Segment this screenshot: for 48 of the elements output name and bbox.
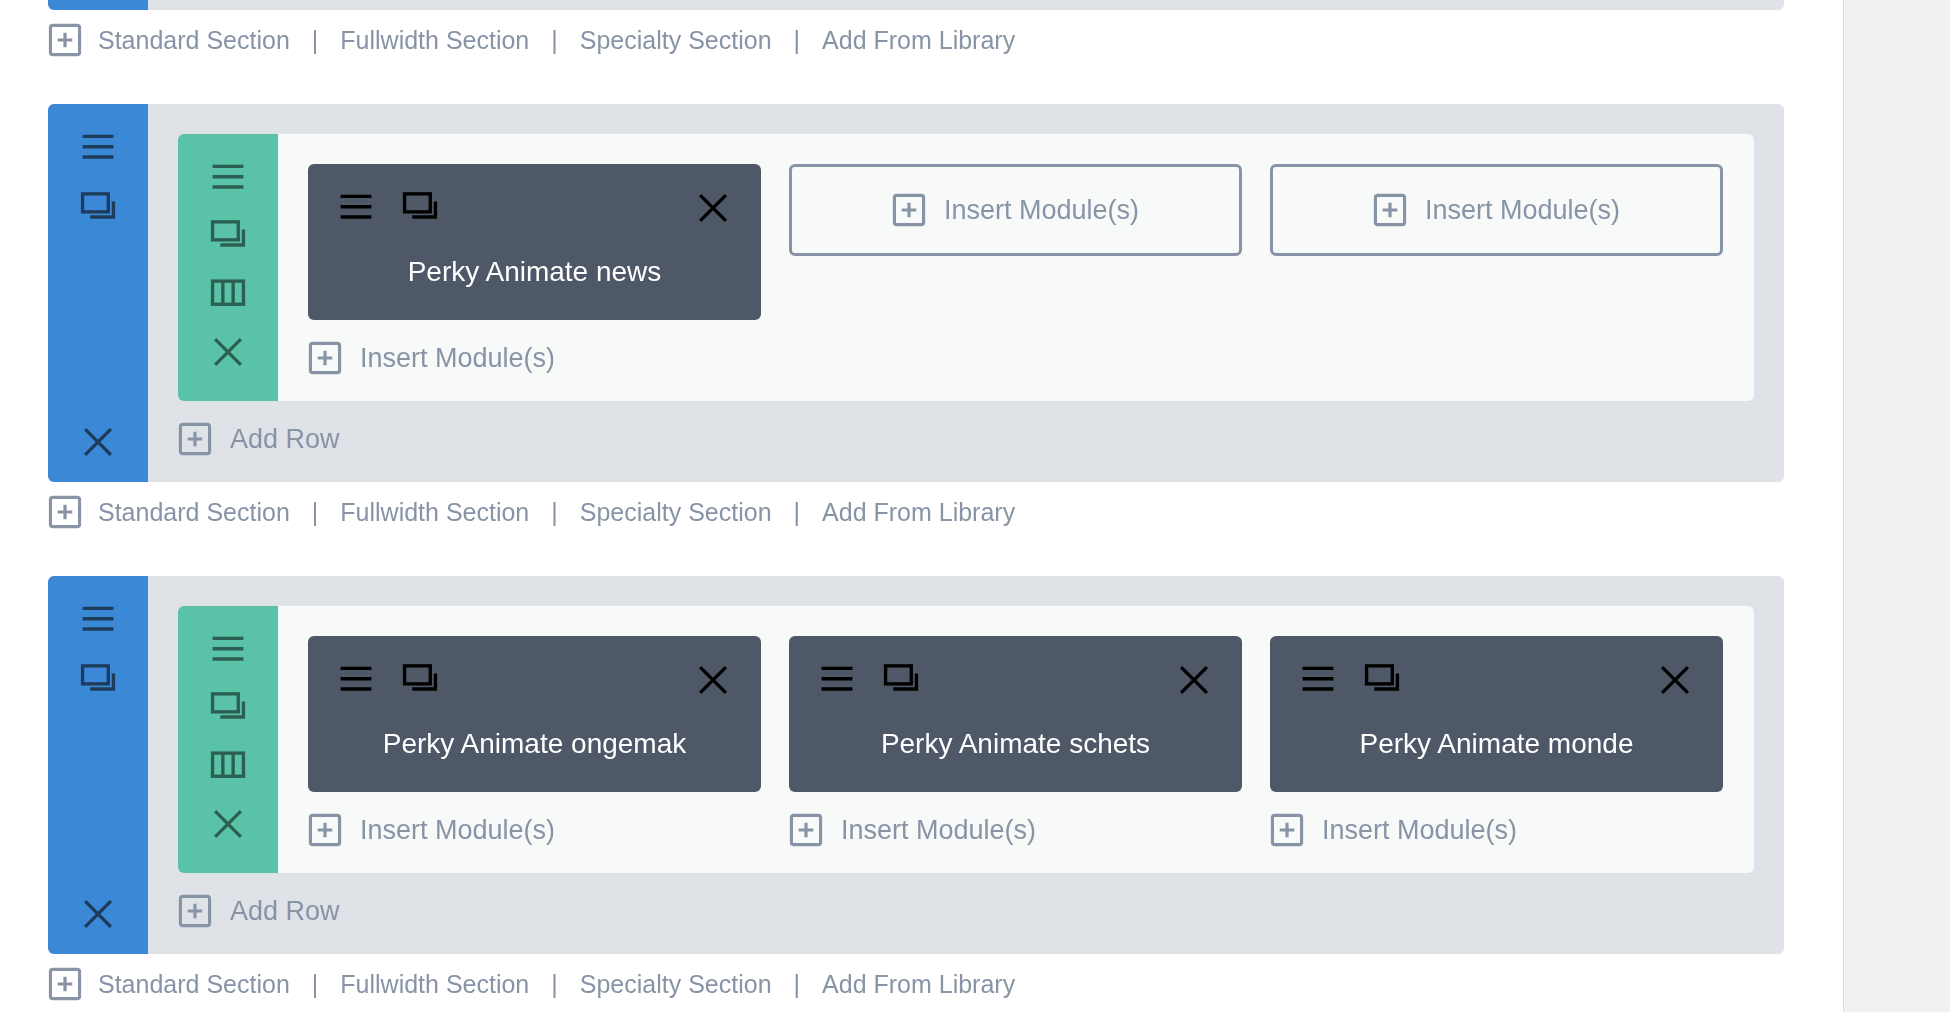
add-section-link[interactable]: Add From Library: [822, 968, 1016, 1000]
module-block[interactable]: Perky Animate schets: [789, 636, 1242, 792]
module-block[interactable]: Perky Animate ongemak: [308, 636, 761, 792]
add-section-link[interactable]: Fullwidth Section: [340, 24, 530, 56]
plus-square-icon: [1372, 193, 1407, 227]
link-separator: |: [311, 497, 319, 528]
module-title: Perky Animate ongemak: [381, 728, 688, 760]
insert-module-link[interactable]: Insert Module(s): [360, 814, 556, 846]
module-block[interactable]: Perky Animate monde: [1270, 636, 1723, 792]
add-row-link[interactable]: Add Row: [230, 423, 340, 455]
link-separator: |: [551, 25, 558, 56]
add-section-link[interactable]: Standard Section: [98, 24, 290, 56]
link-separator: |: [793, 497, 801, 528]
add-row-link[interactable]: Add Row: [230, 895, 340, 927]
add-section-link[interactable]: Standard Section: [98, 968, 290, 1000]
add-section-link[interactable]: Specialty Section: [579, 24, 772, 56]
plus-square-icon: [891, 193, 926, 227]
add-section-link[interactable]: Fullwidth Section: [340, 968, 530, 1000]
plus-square-icon[interactable]: [789, 813, 823, 847]
plus-square-icon[interactable]: [308, 341, 342, 375]
link-separator: |: [311, 25, 319, 56]
add-section-link[interactable]: Add From Library: [822, 24, 1016, 56]
module-block[interactable]: Perky Animate news: [308, 164, 761, 320]
plus-square-icon[interactable]: [48, 495, 82, 529]
insert-module-button[interactable]: Insert Module(s): [1270, 164, 1723, 256]
link-separator: |: [551, 497, 558, 528]
module-title: Perky Animate news: [406, 256, 663, 288]
add-section-link[interactable]: Specialty Section: [579, 496, 772, 528]
link-separator: |: [551, 969, 558, 1000]
plus-square-icon[interactable]: [178, 422, 212, 456]
add-section-link[interactable]: Standard Section: [98, 496, 290, 528]
link-separator: |: [793, 969, 801, 1000]
module-title: Perky Animate schets: [879, 728, 1152, 760]
insert-module-button[interactable]: Insert Module(s): [789, 164, 1242, 256]
insert-module-link[interactable]: Insert Module(s): [1322, 814, 1518, 846]
plus-square-icon[interactable]: [178, 894, 212, 928]
plus-square-icon[interactable]: [308, 813, 342, 847]
link-separator: |: [311, 969, 319, 1000]
add-section-link[interactable]: Specialty Section: [579, 968, 772, 1000]
add-section-link[interactable]: Fullwidth Section: [340, 496, 530, 528]
plus-square-icon[interactable]: [48, 23, 82, 57]
add-section-link[interactable]: Add From Library: [822, 496, 1016, 528]
plus-square-icon[interactable]: [48, 967, 82, 1001]
insert-module-link[interactable]: Insert Module(s): [841, 814, 1037, 846]
insert-module-link[interactable]: Insert Module(s): [360, 342, 556, 374]
plus-square-icon[interactable]: [1270, 813, 1304, 847]
link-separator: |: [793, 25, 801, 56]
module-title: Perky Animate monde: [1358, 728, 1635, 760]
